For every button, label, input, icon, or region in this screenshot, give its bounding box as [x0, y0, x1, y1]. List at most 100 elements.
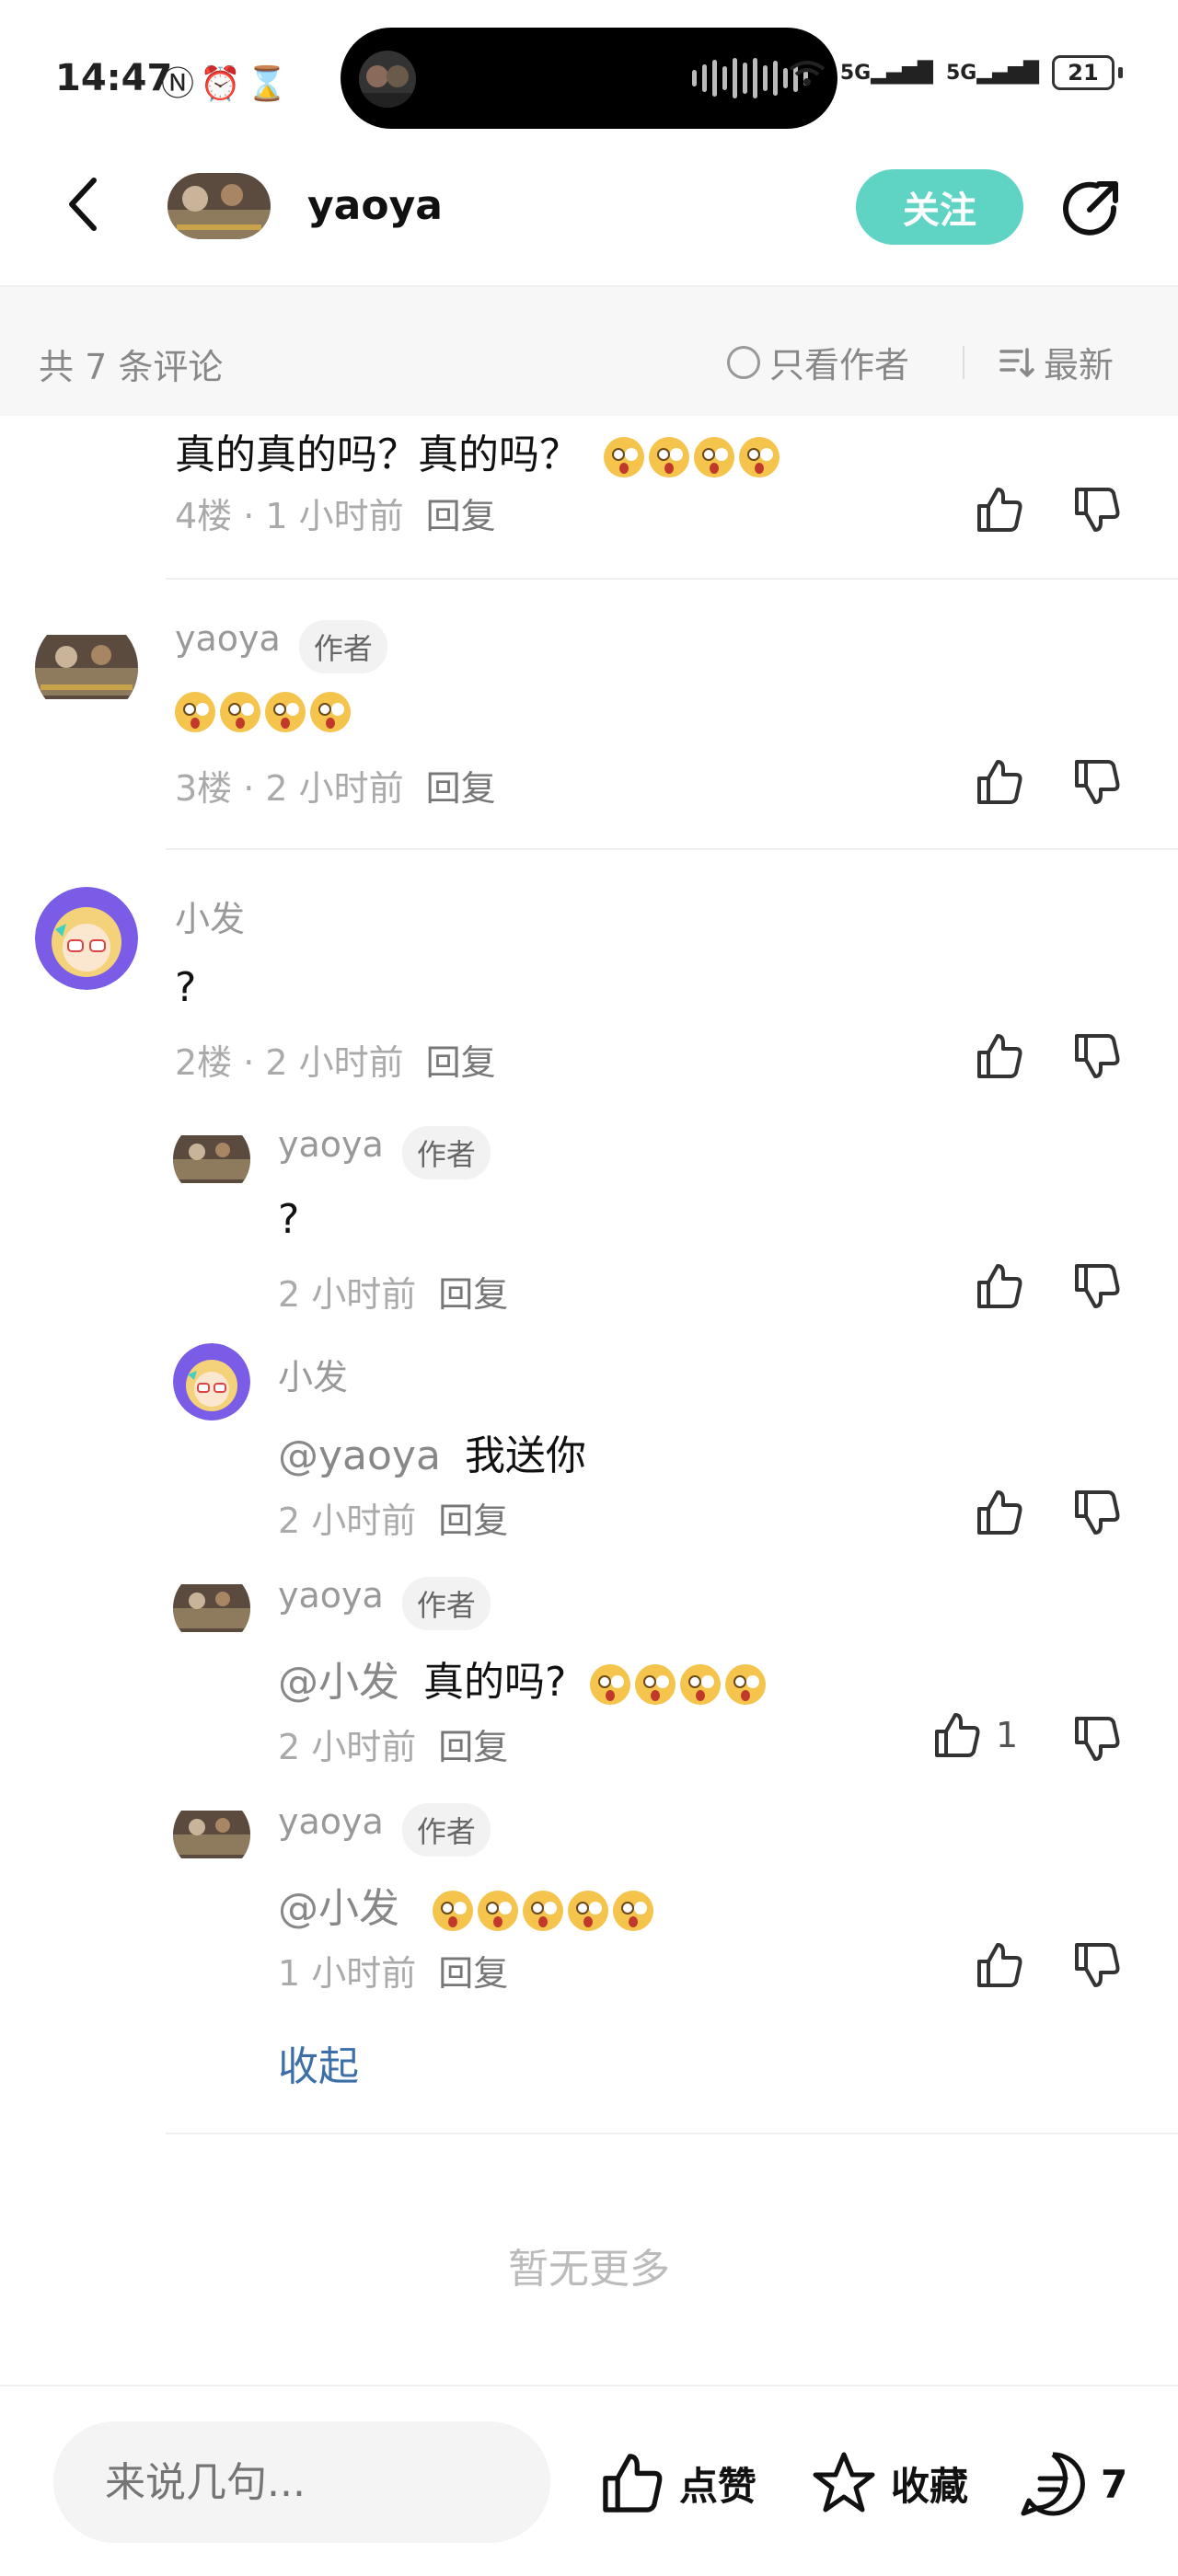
emoji-icon — [175, 692, 215, 732]
reply-meta: 2 小时前 回复 — [278, 1727, 509, 1767]
reply-meta: 2 小时前 回复 — [278, 1274, 509, 1315]
like-button[interactable] — [970, 753, 1029, 811]
thumb-down-icon — [1075, 1717, 1120, 1761]
signal-icon: 5G▂▄▆█ — [839, 61, 933, 85]
only-author-label: 只看作者 — [769, 345, 910, 385]
emoji-icon — [649, 437, 689, 477]
dislike-button[interactable] — [1068, 480, 1126, 539]
dislike-button[interactable] — [1068, 1709, 1126, 1768]
emoji-icon — [604, 437, 644, 477]
reply-text: @yaoya 我送你 — [278, 1432, 586, 1479]
hourglass-icon: ⌛ — [246, 65, 294, 103]
reply-button[interactable]: 回复 — [438, 1953, 508, 1994]
emoji-icon — [694, 437, 734, 477]
avatar[interactable] — [173, 1121, 250, 1198]
reply-button[interactable]: 回复 — [438, 1727, 508, 1767]
comments-button[interactable]: 7 — [1018, 2449, 1127, 2519]
reply-button[interactable]: 回复 — [438, 1274, 508, 1315]
dislike-button[interactable] — [1068, 753, 1126, 811]
thumb-up-icon — [977, 1034, 1022, 1078]
signal-icon: 5G▂▄▆█ — [945, 61, 1039, 85]
favorite-label: 收藏 — [891, 2463, 969, 2509]
emoji-icon — [590, 1664, 631, 1705]
collapse-replies-link[interactable]: 收起 — [278, 2033, 359, 2092]
mention-link[interactable]: @小发 — [278, 1659, 399, 1706]
follow-button[interactable]: 关注 — [856, 169, 1023, 245]
username[interactable]: 小发 — [175, 891, 245, 941]
comment-count: 7 — [1101, 2461, 1128, 2507]
thumb-down-icon — [1075, 760, 1120, 804]
avatar[interactable] — [173, 1570, 250, 1647]
author-badge: 作者 — [401, 1576, 491, 1630]
like-button[interactable] — [970, 1936, 1029, 1995]
emoji-icon — [220, 692, 260, 732]
thumb-down-icon — [1075, 1264, 1120, 1308]
comment-icon — [1021, 2452, 1085, 2516]
reply-header: yaoya 作者 — [278, 1575, 491, 1630]
username[interactable]: yaoya — [175, 618, 281, 659]
reply-button[interactable]: 回复 — [438, 1501, 508, 1541]
star-icon — [813, 2452, 875, 2513]
like-button[interactable] — [970, 480, 1029, 539]
username[interactable]: 小发 — [278, 1349, 348, 1399]
reply-button[interactable]: 回复 — [426, 768, 496, 809]
reply-text: @小发 — [278, 1875, 658, 1934]
nfc-icon: Ⓝ — [161, 65, 201, 103]
dislike-button[interactable] — [1068, 1027, 1126, 1086]
author-avatar[interactable] — [167, 173, 271, 239]
emoji-icon — [739, 437, 780, 477]
battery-icon: 21 — [1052, 55, 1114, 90]
mention-link[interactable]: @小发 — [278, 1885, 399, 1932]
only-author-toggle[interactable]: 只看作者 — [727, 337, 909, 387]
comment-text: 真的真的吗？真的吗？ — [175, 421, 784, 480]
thumb-up-icon — [977, 1490, 1022, 1535]
comment-divider — [166, 578, 1178, 580]
author-badge: 作者 — [401, 1802, 491, 1857]
dislike-button[interactable] — [1068, 1257, 1126, 1316]
comment-meta: 4楼 · 1 小时前 回复 — [175, 496, 496, 536]
thumb-down-icon — [1075, 1034, 1120, 1078]
reply-button[interactable]: 回复 — [426, 1042, 496, 1083]
share-button[interactable] — [1055, 171, 1128, 245]
emoji-icon — [310, 692, 351, 732]
like-post-button[interactable]: 点赞 — [598, 2449, 756, 2517]
username[interactable]: yaoya — [278, 1124, 384, 1165]
username[interactable]: yaoya — [278, 1575, 384, 1616]
back-button[interactable] — [55, 167, 110, 241]
no-more-text: 暂无更多 — [508, 2246, 670, 2293]
status-time: 14:47 — [55, 57, 173, 99]
avatar[interactable] — [173, 1343, 250, 1420]
comment-emojis — [175, 692, 355, 732]
like-button[interactable] — [970, 1027, 1029, 1086]
wifi-icon — [789, 61, 826, 86]
sort-button[interactable]: 最新 — [999, 337, 1114, 387]
avatar[interactable] — [35, 616, 138, 719]
comment-input[interactable] — [53, 2421, 550, 2543]
radio-icon — [727, 345, 760, 379]
dislike-button[interactable] — [1068, 1483, 1126, 1542]
emoji-icon — [635, 1664, 676, 1705]
right-status: 5G▂▄▆█ 5G▂▄▆█ 21 — [787, 55, 1123, 90]
author-name[interactable]: yaoya — [307, 182, 443, 229]
reply-meta: 2 小时前 回复 — [278, 1501, 509, 1541]
dislike-button[interactable] — [1068, 1936, 1126, 1995]
avatar[interactable] — [35, 887, 138, 990]
avatar[interactable] — [173, 1796, 250, 1873]
comment-meta: 2楼 · 2 小时前 回复 — [175, 1042, 496, 1083]
reply-button[interactable]: 回复 — [426, 496, 496, 536]
favorite-button[interactable]: 收藏 — [810, 2449, 968, 2517]
emoji-icon — [433, 1891, 473, 1931]
thumb-down-icon — [1075, 1490, 1120, 1535]
thumb-up-icon — [977, 1943, 1022, 1987]
dynamic-island[interactable] — [341, 28, 837, 129]
like-button[interactable] — [970, 1483, 1029, 1542]
thumb-up-icon — [603, 2454, 663, 2513]
username[interactable]: yaoya — [278, 1801, 384, 1842]
thumb-up-icon — [977, 760, 1022, 804]
emoji-icon — [478, 1891, 518, 1931]
like-button[interactable]: 1 — [931, 1709, 1018, 1761]
like-button[interactable] — [970, 1257, 1029, 1316]
mention-link[interactable]: @yaoya — [278, 1432, 441, 1479]
reply-header: yaoya 作者 — [278, 1124, 491, 1179]
comment-total: 共 7 条评论 — [39, 347, 224, 387]
